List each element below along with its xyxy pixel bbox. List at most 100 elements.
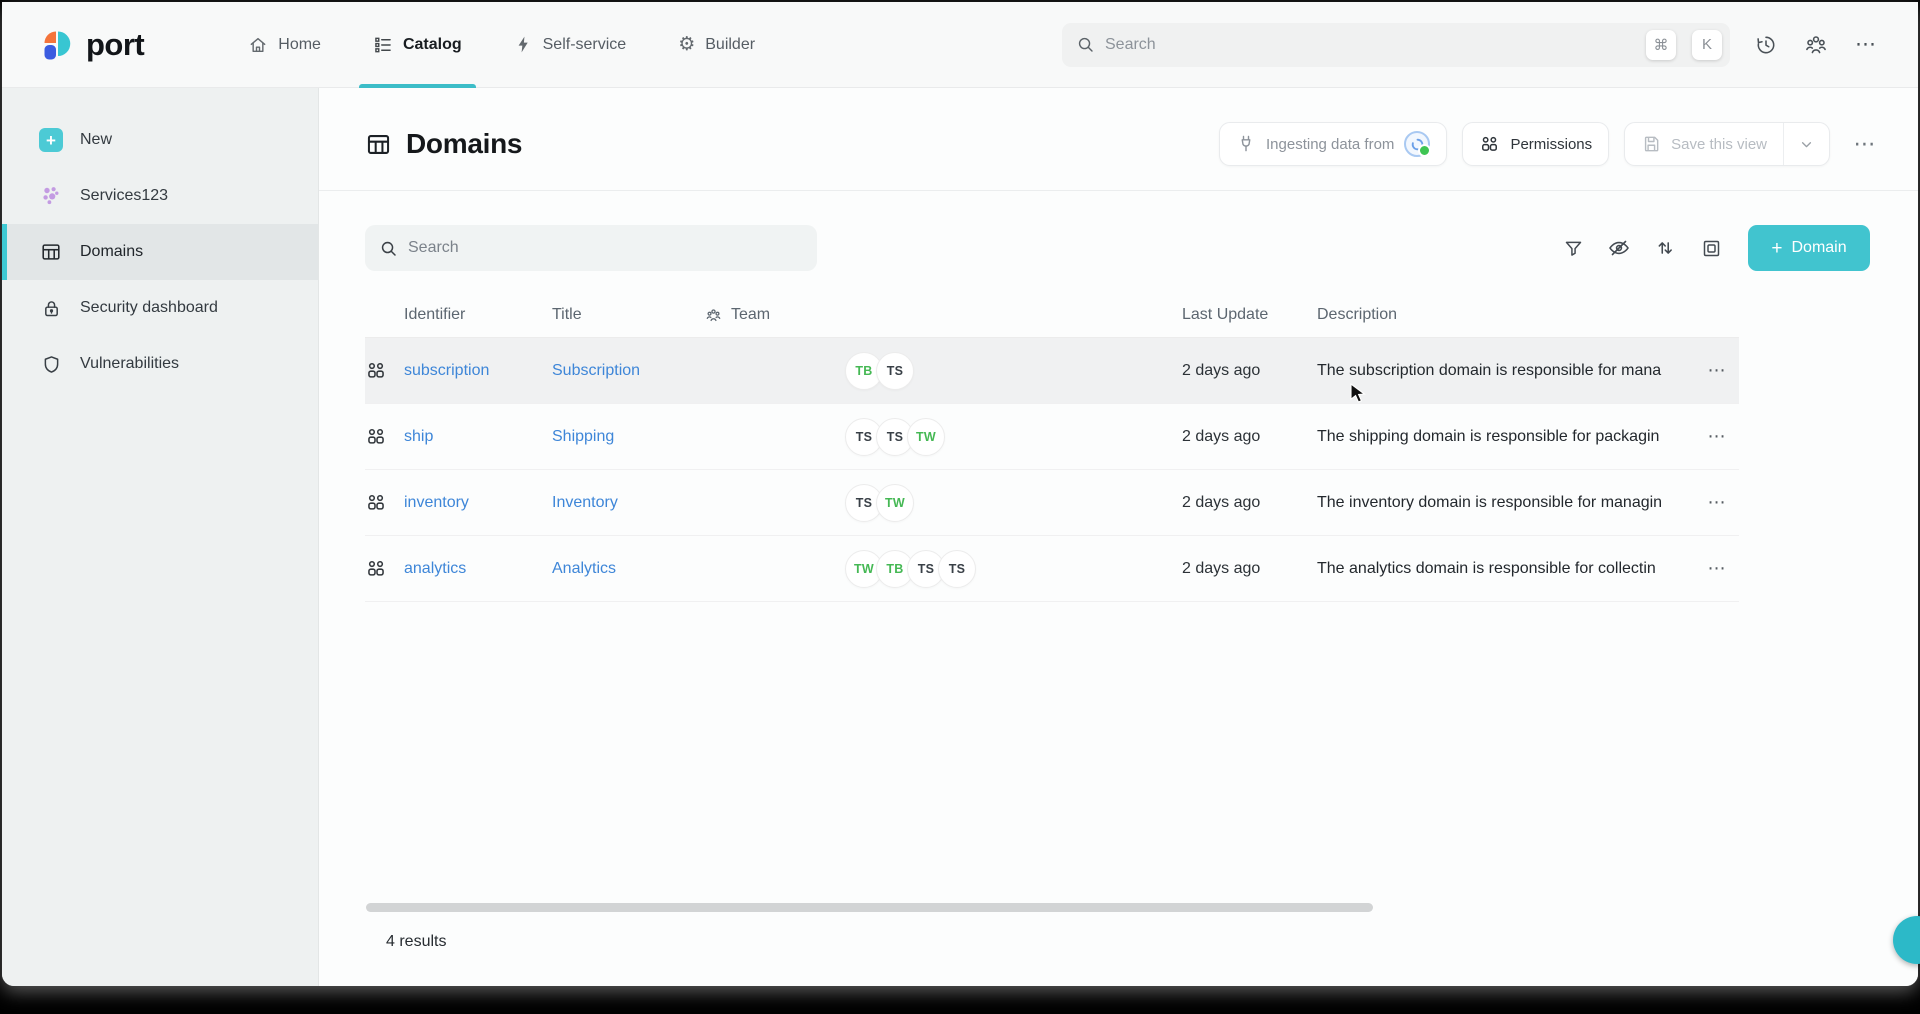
header-divider (319, 190, 1918, 191)
ingesting-data-button[interactable]: Ingesting data from (1219, 122, 1447, 166)
blueprint-icon (365, 492, 387, 514)
ellipsis-icon: ⋯ (1854, 131, 1877, 157)
search-icon (379, 239, 398, 258)
description: The analytics domain is responsible for … (1317, 560, 1695, 578)
save-icon (1641, 134, 1661, 154)
k-key: K (1692, 30, 1722, 60)
ingesting-label: Ingesting data from (1266, 136, 1394, 153)
filter-button[interactable] (1556, 231, 1590, 265)
tab-home[interactable]: Home (234, 2, 335, 88)
filter-funnel-icon (1563, 238, 1584, 259)
teams-icon (1804, 33, 1828, 57)
col-last-update[interactable]: Last Update (1182, 306, 1317, 324)
results-count: 4 results (386, 933, 446, 951)
save-view-button[interactable]: Save this view (1625, 123, 1783, 165)
eye-off-icon (1607, 236, 1631, 260)
tab-catalog[interactable]: Catalog (359, 2, 476, 88)
plus-icon: + (39, 128, 63, 152)
lightning-icon (514, 35, 533, 54)
identifier-link[interactable]: subscription (404, 362, 489, 379)
catalog-sidebar: + New Services123 Domains (2, 88, 319, 986)
identifier-link[interactable]: inventory (404, 494, 469, 511)
sidebar-item-label: Vulnerabilities (80, 355, 179, 373)
page-actions: Ingesting data from Permissions (1219, 122, 1885, 166)
col-description[interactable]: Description (1317, 306, 1695, 324)
global-search-input[interactable] (1105, 36, 1630, 54)
blueprint-icon (365, 360, 387, 382)
plug-icon (1236, 134, 1256, 154)
team-badge[interactable]: TS (876, 352, 914, 390)
tab-label: Builder (705, 36, 755, 54)
save-view-dropdown[interactable] (1783, 123, 1829, 165)
table-search[interactable] (365, 225, 817, 271)
history-button[interactable] (1748, 27, 1784, 63)
teams-button[interactable] (1798, 27, 1834, 63)
domains-table: Identifier Title Team Last Update Descri… (365, 293, 1739, 602)
sidebar-item-security-dashboard[interactable]: Security dashboard (2, 280, 318, 336)
tab-label: Self-service (543, 36, 627, 54)
team-badge[interactable]: TS (938, 550, 976, 588)
row-more-button[interactable]: ⋯ (1695, 360, 1739, 381)
team-badge[interactable]: TW (876, 484, 914, 522)
search-icon (1076, 35, 1095, 54)
sidebar-item-label: New (80, 131, 112, 149)
history-icon (1755, 34, 1777, 56)
port-logo-icon (38, 26, 76, 64)
col-title[interactable]: Title (552, 306, 705, 324)
sidebar-item-label: Services123 (80, 187, 168, 205)
ellipsis-icon: ⋯ (1708, 360, 1727, 380)
shield-icon (41, 354, 62, 375)
plus-icon: + (1771, 239, 1782, 258)
save-view-label: Save this view (1671, 136, 1767, 153)
sidebar-item-new[interactable]: + New (2, 112, 318, 168)
tab-self-service[interactable]: Self-service (500, 2, 641, 88)
blueprint-icon (365, 426, 387, 448)
page-header: Domains Ingesting data from (319, 88, 1918, 190)
tab-builder[interactable]: ⚙ Builder (664, 2, 769, 88)
row-more-button[interactable]: ⋯ (1695, 492, 1739, 513)
sidebar-item-vulnerabilities[interactable]: Vulnerabilities (2, 336, 318, 392)
identifier-link[interactable]: ship (404, 428, 433, 445)
row-more-button[interactable]: ⋯ (1695, 426, 1739, 447)
col-team[interactable]: Team (705, 306, 1182, 324)
title-link[interactable]: Subscription (552, 362, 640, 379)
page-more-button[interactable]: ⋯ (1845, 124, 1885, 164)
description: The subscription domain is responsible f… (1317, 362, 1695, 380)
table-toolbar: + Domain (319, 225, 1918, 271)
global-search[interactable]: ⌘ K (1062, 23, 1730, 67)
table-icon (40, 241, 62, 263)
last-update: 2 days ago (1182, 494, 1317, 512)
home-icon (248, 35, 268, 55)
permissions-button[interactable]: Permissions (1462, 122, 1609, 166)
horizontal-scrollbar[interactable] (366, 903, 1373, 912)
top-navbar: port Home Catalog Self-service (2, 2, 1918, 88)
title-link[interactable]: Inventory (552, 494, 618, 511)
sort-button[interactable] (1648, 231, 1682, 265)
table-row[interactable]: analytics Analytics TW TB TS TS 2 days a… (365, 536, 1739, 602)
ellipsis-icon: ⋯ (1708, 558, 1727, 578)
team-badge[interactable]: TW (907, 418, 945, 456)
blueprint-icon (365, 558, 387, 580)
identifier-link[interactable]: analytics (404, 560, 466, 577)
group-by-button[interactable] (1694, 231, 1728, 265)
navbar-more-button[interactable]: ⋯ (1848, 27, 1884, 63)
row-more-button[interactable]: ⋯ (1695, 558, 1739, 579)
description: The inventory domain is responsible for … (1317, 494, 1695, 512)
team-cell: TW TB TS TS (705, 550, 1182, 588)
navbar-actions: ⋯ (1748, 27, 1884, 63)
sidebar-item-services123[interactable]: Services123 (2, 168, 318, 224)
team-cell: TS TS TW (705, 418, 1182, 456)
integration-status-icon (1404, 131, 1430, 157)
table-row[interactable]: ship Shipping TS TS TW 2 days ago The sh… (365, 404, 1739, 470)
table-search-input[interactable] (408, 239, 803, 257)
title-link[interactable]: Shipping (552, 428, 614, 445)
chevron-down-icon (1798, 136, 1815, 153)
add-domain-button[interactable]: + Domain (1748, 225, 1870, 271)
table-row[interactable]: inventory Inventory TS TW 2 days ago The… (365, 470, 1739, 536)
port-logo[interactable]: port (38, 26, 144, 64)
col-identifier[interactable]: Identifier (404, 306, 552, 324)
hide-properties-button[interactable] (1602, 231, 1636, 265)
title-link[interactable]: Analytics (552, 560, 616, 577)
sidebar-item-domains[interactable]: Domains (2, 224, 318, 280)
table-row[interactable]: subscription Subscription TB TS 2 days a… (365, 338, 1739, 404)
